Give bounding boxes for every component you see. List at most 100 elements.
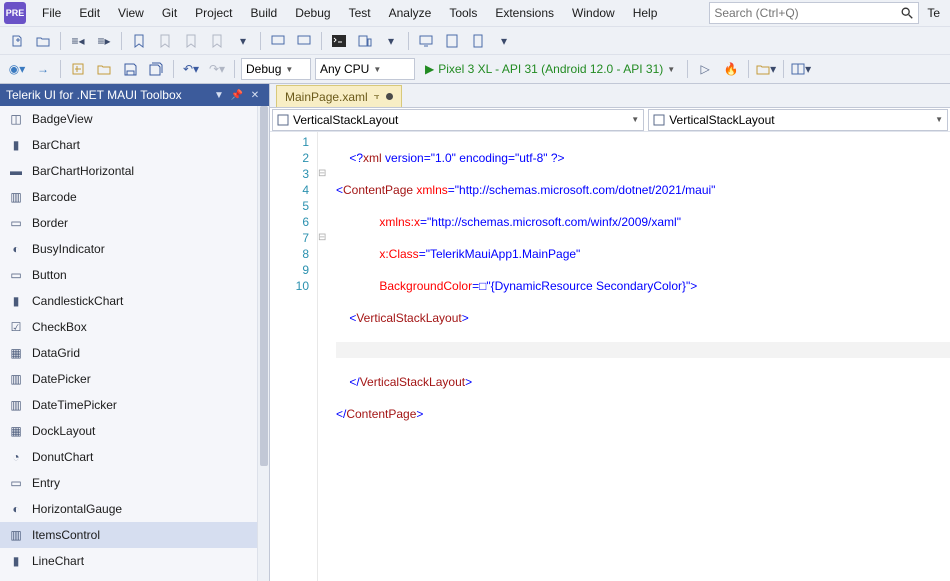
toolbox-item-border[interactable]: ▭Border xyxy=(0,210,257,236)
phone-icon[interactable] xyxy=(467,30,489,52)
menu-analyze[interactable]: Analyze xyxy=(381,3,440,23)
code-editor[interactable]: 1 2 3 4 5 6 7 8 9 10 ⊟ ⊟ <?xml version="… xyxy=(270,132,950,581)
toolbox-item-itemscontrol[interactable]: ▥ItemsControl xyxy=(0,522,257,548)
menu-edit[interactable]: Edit xyxy=(71,3,108,23)
comment-icon[interactable] xyxy=(267,30,289,52)
bookmark-clear-icon[interactable] xyxy=(206,30,228,52)
save-icon[interactable] xyxy=(119,58,141,80)
forward-icon[interactable]: → xyxy=(32,58,54,80)
menu-view[interactable]: View xyxy=(110,3,152,23)
open-icon[interactable] xyxy=(93,58,115,80)
menu-file[interactable]: File xyxy=(34,3,69,23)
tab-mainpage-xaml[interactable]: MainPage.xaml ⫟ xyxy=(276,85,402,107)
outdent-icon[interactable]: ≡◂ xyxy=(67,30,89,52)
component-icon: ▮ xyxy=(8,137,24,153)
separator xyxy=(234,60,235,78)
hot-reload-icon[interactable]: 🔥 xyxy=(720,58,742,80)
toolbox-item-label: LineChart xyxy=(32,554,84,568)
pin-icon[interactable]: ⫟ xyxy=(374,91,380,102)
start-debug-button[interactable]: ▶ Pixel 3 XL - API 31 (Android 12.0 - AP… xyxy=(419,58,681,80)
editor-area: MainPage.xaml ⫟ VerticalStackLayout ▼ Ve… xyxy=(270,84,950,581)
toolbox-item-barcharthorizontal[interactable]: ▬BarChartHorizontal xyxy=(0,158,257,184)
menu-help[interactable]: Help xyxy=(625,3,666,23)
menu-tools[interactable]: Tools xyxy=(441,3,485,23)
window-menu-icon[interactable]: ▼ xyxy=(211,87,227,103)
code-text[interactable]: <?xml version="1.0" encoding="utf-8" ?> … xyxy=(332,132,950,581)
toolbox-item-busyindicator[interactable]: ◐BusyIndicator xyxy=(0,236,257,262)
toolbox-item-horizontalgauge[interactable]: ◐HorizontalGauge xyxy=(0,496,257,522)
undo-icon[interactable]: ↶▾ xyxy=(180,58,202,80)
nav-scope-combo[interactable]: VerticalStackLayout ▼ xyxy=(272,109,644,131)
dropdown-icon[interactable]: ▾ xyxy=(493,30,515,52)
code: VerticalStackLayout xyxy=(356,311,461,325)
toolbox-item-docklayout[interactable]: ▦DockLayout xyxy=(0,418,257,444)
menu-build[interactable]: Build xyxy=(243,3,286,23)
platform-combo[interactable]: Any CPU▼ xyxy=(315,58,415,80)
toolbox-item-candlestickchart[interactable]: ▮ CandlestickChart xyxy=(0,288,257,314)
menu-git[interactable]: Git xyxy=(154,3,185,23)
desktop-icon[interactable] xyxy=(415,30,437,52)
menu-window[interactable]: Window xyxy=(564,3,623,23)
dirty-indicator-icon xyxy=(386,93,393,100)
code: </ xyxy=(336,375,360,389)
fold-column[interactable]: ⊟ ⊟ xyxy=(318,132,332,581)
config-combo[interactable]: Debug▼ xyxy=(241,58,311,80)
search-input[interactable] xyxy=(714,6,900,20)
toolbox-item-datagrid[interactable]: ▦DataGrid xyxy=(0,340,257,366)
redo-icon[interactable]: ↷▾ xyxy=(206,58,228,80)
indent-icon[interactable]: ≡▸ xyxy=(93,30,115,52)
menu-test[interactable]: Test xyxy=(341,3,379,23)
tablet-icon[interactable] xyxy=(441,30,463,52)
dropdown-icon[interactable]: ▾ xyxy=(380,30,402,52)
bookmark-icon[interactable] xyxy=(128,30,150,52)
component-icon: ▥ xyxy=(8,397,24,413)
component-icon: ▥ xyxy=(8,527,24,543)
scrollbar-thumb[interactable] xyxy=(260,106,268,466)
start-nodebug-icon[interactable]: ▷ xyxy=(694,58,716,80)
code: <? xyxy=(336,151,363,165)
new-item-icon[interactable] xyxy=(6,30,28,52)
scrollbar[interactable] xyxy=(257,106,269,581)
toolbox-item-linechart[interactable]: ▮LineChart xyxy=(0,548,257,574)
menu-debug[interactable]: Debug xyxy=(287,3,338,23)
toolbox-item-checkbox[interactable]: ☑CheckBox xyxy=(0,314,257,340)
code: > xyxy=(416,407,423,421)
toolbox-item-badgeview[interactable]: ◫BadgeView xyxy=(0,106,257,132)
component-icon: ◔ xyxy=(8,449,24,465)
toolbox-item-datepicker[interactable]: ▥DatePicker xyxy=(0,366,257,392)
toolbox-item-button[interactable]: ▭Button xyxy=(0,262,257,288)
device-preview-icon[interactable] xyxy=(354,30,376,52)
toolbox-item-entry[interactable]: ▭Entry xyxy=(0,470,257,496)
bookmark-prev-icon[interactable] xyxy=(154,30,176,52)
browse-icon[interactable]: ▾ xyxy=(755,58,777,80)
terminal-icon[interactable] xyxy=(328,30,350,52)
toolbox-item-donutchart[interactable]: ◔DonutChart xyxy=(0,444,257,470)
line-numbers: 1 2 3 4 5 6 7 8 9 10 xyxy=(270,132,318,581)
menu-extensions[interactable]: Extensions xyxy=(487,3,562,23)
save-all-icon[interactable] xyxy=(145,58,167,80)
close-icon[interactable]: ✕ xyxy=(247,87,263,103)
bookmark-next-icon[interactable] xyxy=(180,30,202,52)
toolbox-header: Telerik UI for .NET MAUI Toolbox ▼ 📌 ✕ xyxy=(0,84,269,106)
toolbox-item-barcode[interactable]: ▥Barcode xyxy=(0,184,257,210)
nav-member-combo[interactable]: VerticalStackLayout ▼ xyxy=(648,109,948,131)
toolbox-item-label: Button xyxy=(32,268,67,282)
code: version="1.0" encoding="utf-8" ?> xyxy=(382,151,565,165)
new-project-icon[interactable] xyxy=(67,58,89,80)
pin-icon[interactable]: 📌 xyxy=(229,87,245,103)
menu-project[interactable]: Project xyxy=(187,3,240,23)
toolbar-editing: ≡◂ ≡▸ ▾ ▾ ▾ xyxy=(0,26,950,54)
uncomment-icon[interactable] xyxy=(293,30,315,52)
code: ContentPage xyxy=(343,183,413,197)
tab-bar: MainPage.xaml ⫟ xyxy=(270,84,950,108)
open-file-icon[interactable] xyxy=(32,30,54,52)
toolbox-item-barchart[interactable]: ▮BarChart xyxy=(0,132,257,158)
back-icon[interactable]: ◉▾ xyxy=(6,58,28,80)
toolbox-item-label: CandlestickChart xyxy=(32,294,123,308)
toolbox-item-datetimepicker[interactable]: ▥DateTimePicker xyxy=(0,392,257,418)
bookmark-menu-icon[interactable]: ▾ xyxy=(232,30,254,52)
search-box[interactable] xyxy=(709,2,919,24)
component-icon: ▮ xyxy=(8,293,24,309)
window-layout-icon[interactable]: ▾ xyxy=(790,58,812,80)
toolbox-item-label: DockLayout xyxy=(32,424,95,438)
